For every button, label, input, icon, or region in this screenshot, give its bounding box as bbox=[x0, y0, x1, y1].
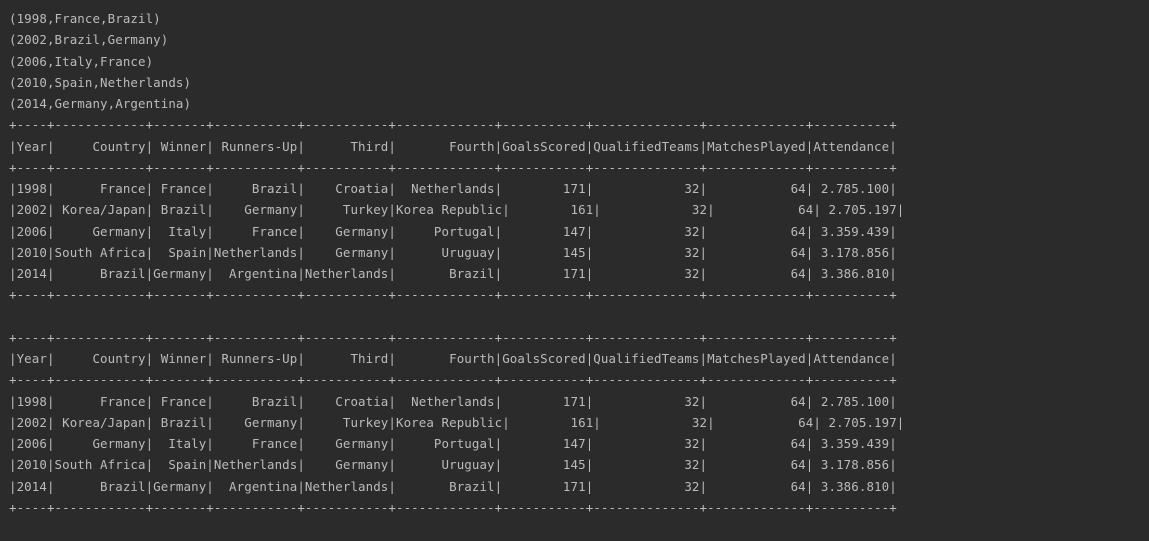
console-output: (1998,France,Brazil) (2002,Brazil,German… bbox=[9, 8, 1144, 518]
tuple-line: (2006,Italy,France) bbox=[9, 53, 154, 69]
tuple-line: (1998,France,Brazil) bbox=[9, 11, 161, 26]
table-row: |2010|South Africa| Spain|Netherlands| G… bbox=[9, 244, 897, 260]
table-row: |2014| Brazil|Germany| Argentina|Netherl… bbox=[9, 266, 897, 281]
tuple-line: (2014,Germany,Argentina) bbox=[9, 96, 192, 111]
table-border-bottom: +----+------------+-------+-----------+-… bbox=[9, 499, 897, 515]
table-row: |2014| Brazil|Germany| Argentina|Netherl… bbox=[9, 478, 897, 494]
tuple-line: (2010,Spain,Netherlands) bbox=[9, 74, 192, 90]
table-header-row: |Year| Country| Winner| Runners-Up| Thir… bbox=[9, 351, 897, 366]
table-row: |2002| Korea/Japan| Brazil| Germany| Tur… bbox=[9, 414, 905, 430]
table-row: |2002| Korea/Japan| Brazil| Germany| Tur… bbox=[9, 202, 905, 218]
table-border-header: +----+------------+-------+-----------+-… bbox=[9, 159, 897, 175]
table-row: |2006| Germany| Italy| France| Germany| … bbox=[9, 223, 897, 239]
table-border-bottom: +----+------------+-------+-----------+-… bbox=[9, 287, 897, 303]
table-row: |1998| France| France| Brazil| Croatia| … bbox=[9, 181, 897, 196]
table-border-top: +----+------------+-------+-----------+-… bbox=[9, 329, 897, 345]
table-border-top: +----+------------+-------+-----------+-… bbox=[9, 117, 897, 133]
table-border-header: +----+------------+-------+-----------+-… bbox=[9, 372, 897, 388]
tuple-line: (2002,Brazil,Germany) bbox=[9, 32, 169, 48]
table-row: |1998| France| France| Brazil| Croatia| … bbox=[9, 393, 897, 409]
table-header-row: |Year| Country| Winner| Runners-Up| Thir… bbox=[9, 138, 897, 154]
table-row: |2010|South Africa| Spain|Netherlands| G… bbox=[9, 457, 897, 473]
results-table: +----+------------+-------+-----------+-… bbox=[9, 327, 1144, 518]
results-table: +----+------------+-------+-----------+-… bbox=[9, 114, 1144, 305]
table-row: |2006| Germany| Italy| France| Germany| … bbox=[9, 436, 897, 451]
